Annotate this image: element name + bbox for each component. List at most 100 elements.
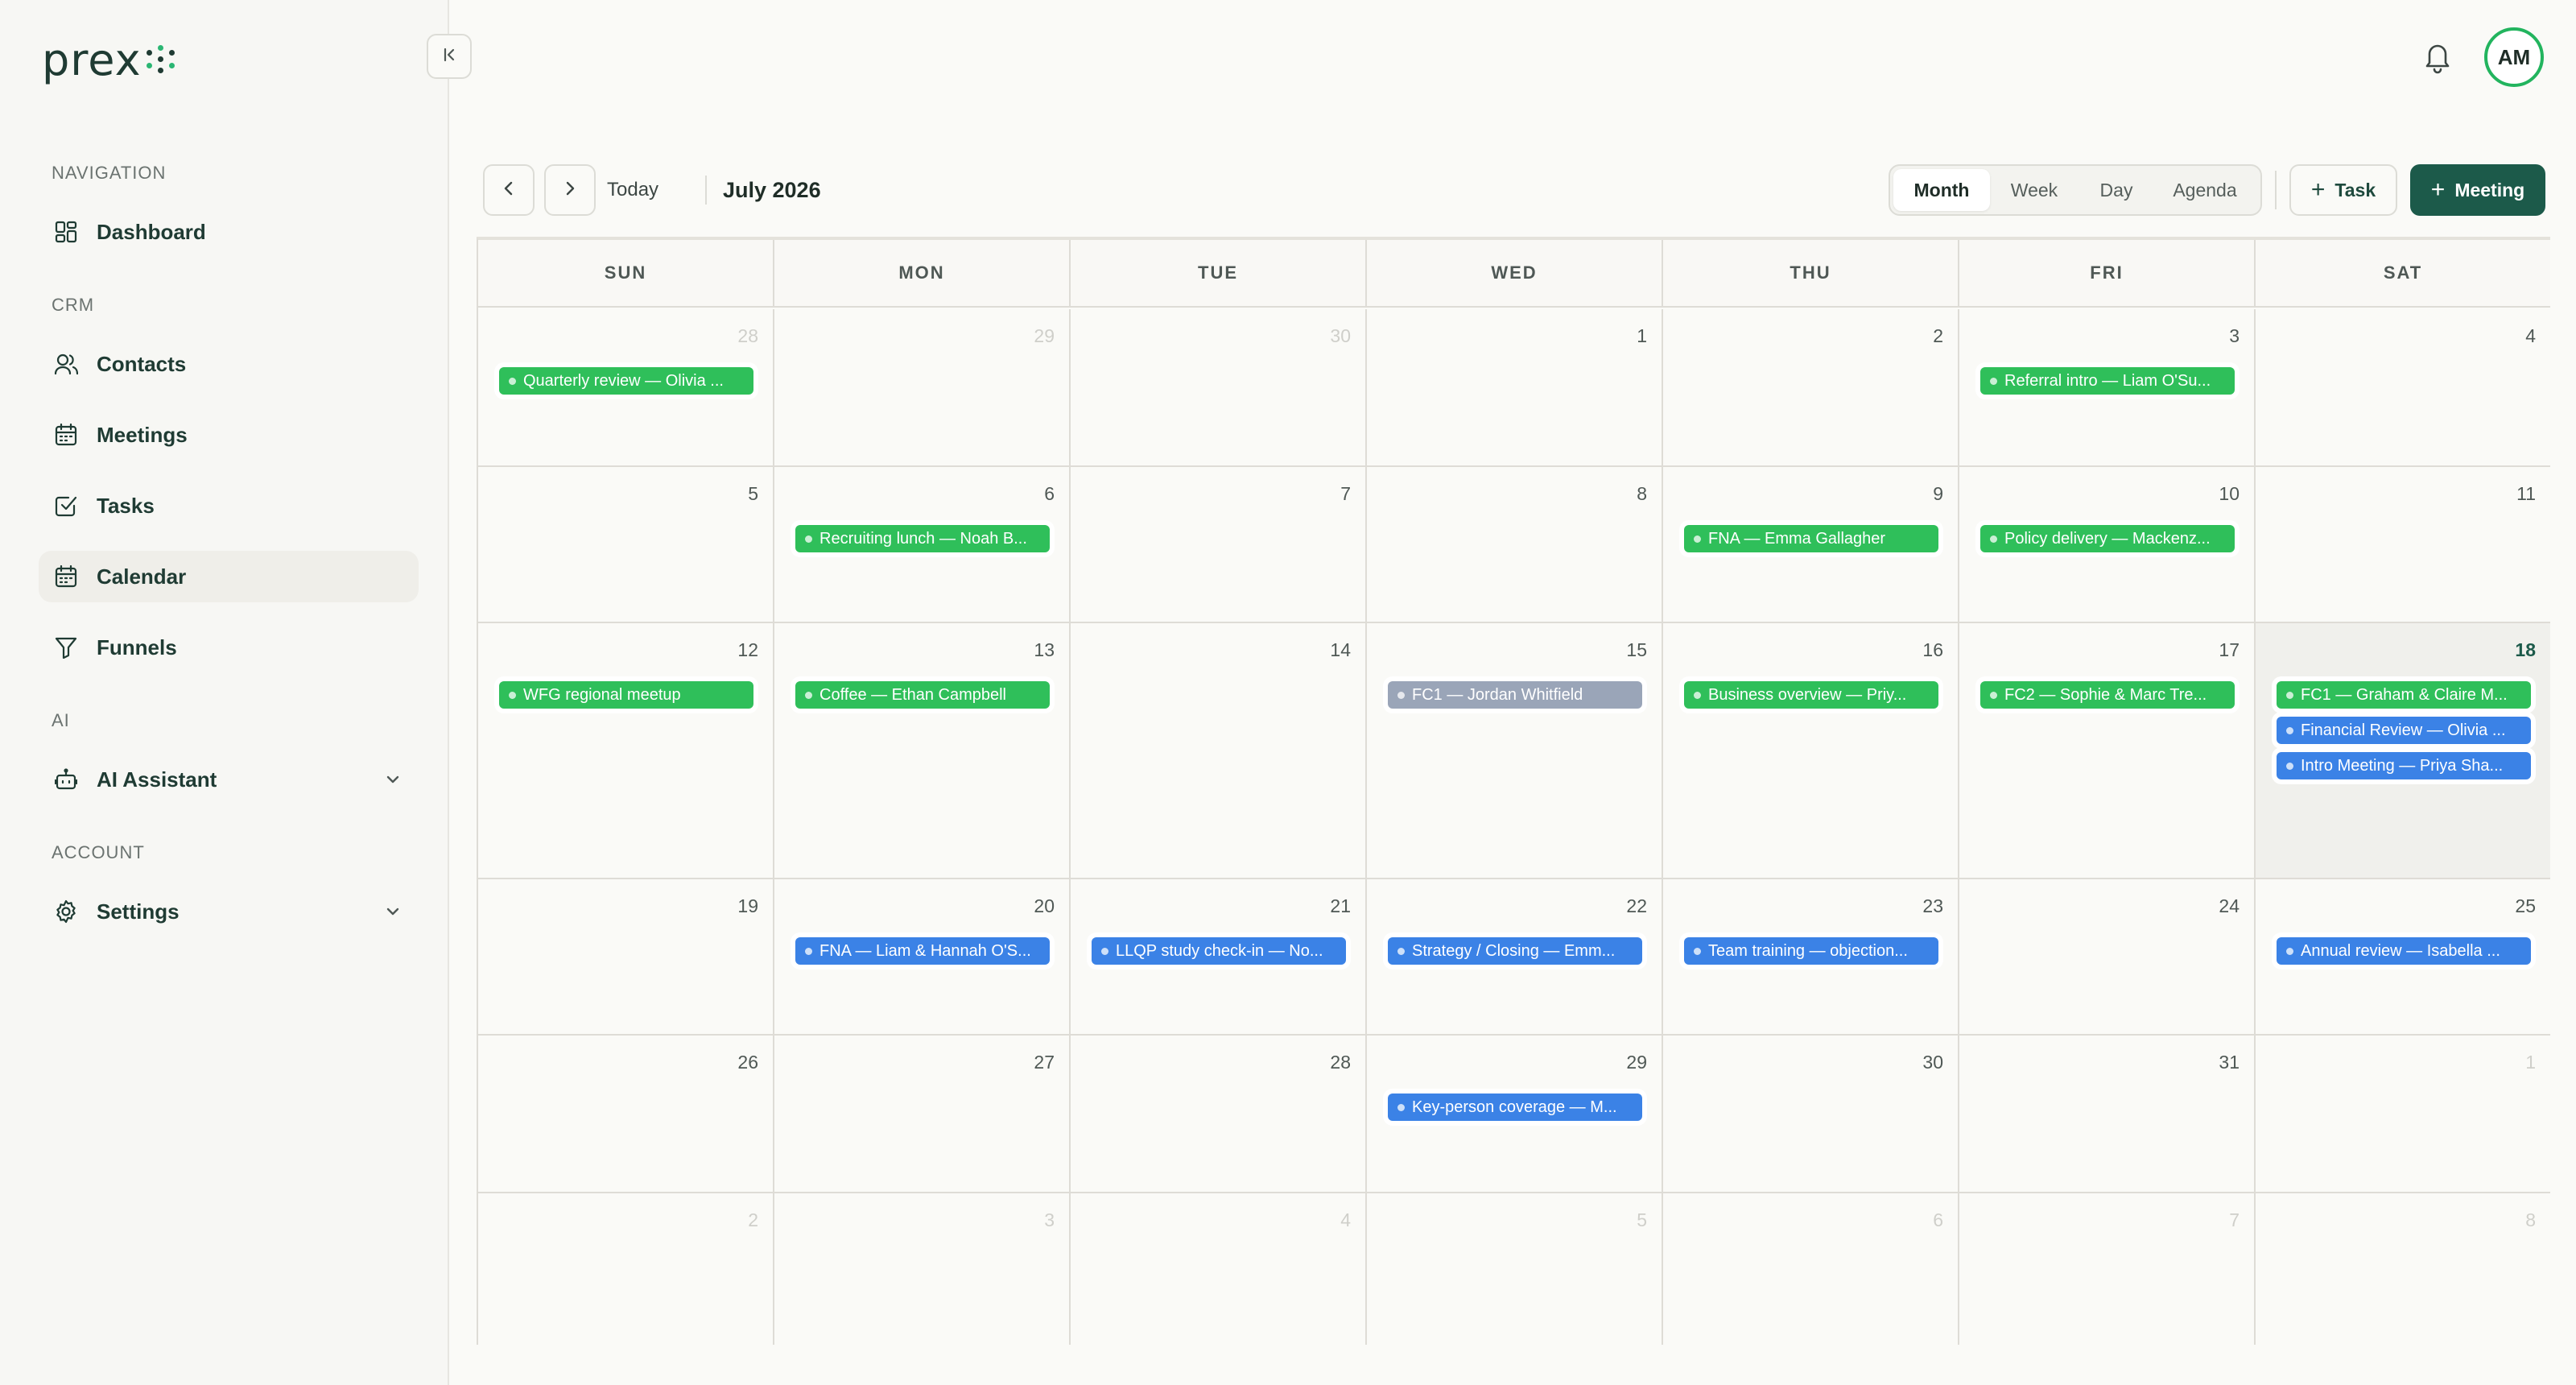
day-number: 13 (1034, 639, 1055, 660)
calendar-day-cell[interactable]: 5 (478, 467, 774, 623)
calendar-event[interactable]: Financial Review — Olivia ... (2277, 717, 2531, 744)
calendar-day-cell[interactable]: 15 FC1 — Jordan Whitfield (1367, 623, 1663, 879)
sidebar-item-ai-assistant[interactable]: AI Assistant (39, 754, 419, 805)
calendar-event[interactable]: Key-person coverage — M... (1388, 1094, 1642, 1121)
calendar-day-cell[interactable]: 6 (1663, 1193, 1959, 1345)
calendar-day-cell[interactable]: 27 (774, 1036, 1071, 1193)
weekday-header-wed: WED (1367, 240, 1663, 306)
calendar-day-cell[interactable]: 2 (478, 1193, 774, 1345)
add-meeting-button[interactable]: + Meeting (2410, 164, 2545, 216)
calendar-event[interactable]: Intro Meeting — Priya Sha... (2277, 752, 2531, 779)
view-tab-month[interactable]: Month (1893, 169, 1990, 211)
calendar-day-cell[interactable]: 30 (1071, 309, 1367, 467)
day-number: 28 (737, 325, 758, 346)
calendar-event[interactable]: FC1 — Jordan Whitfield (1388, 681, 1642, 709)
notifications-bell-icon[interactable] (2421, 39, 2454, 74)
calendar-day-cell[interactable]: 14 (1071, 623, 1367, 879)
calendar-day-cell[interactable]: 30 (1663, 1036, 1959, 1193)
calendar-day-cell[interactable]: 16 Business overview — Priy... (1663, 623, 1959, 879)
calendar-day-cell[interactable]: 4 (2256, 309, 2550, 467)
calendar-event[interactable]: WFG regional meetup (499, 681, 753, 709)
calendar-day-cell[interactable]: 29 Key-person coverage — M... (1367, 1036, 1663, 1193)
sidebar-item-funnels[interactable]: Funnels (39, 622, 419, 673)
user-avatar[interactable]: AM (2484, 27, 2544, 87)
calendar-day-cell[interactable]: 8 (1367, 467, 1663, 623)
day-number: 12 (737, 639, 758, 660)
calendar-day-cell[interactable]: 7 (1959, 1193, 2256, 1345)
sidebar-item-tasks[interactable]: Tasks (39, 480, 419, 531)
calendar-day-cell[interactable]: 19 (478, 879, 774, 1036)
calendar-day-cell[interactable]: 8 (2256, 1193, 2550, 1345)
calendar-event[interactable]: FC1 — Graham & Claire M... (2277, 681, 2531, 709)
sidebar-item-settings[interactable]: Settings (39, 886, 419, 937)
day-number: 8 (1637, 483, 1647, 504)
calendar-day-cell[interactable]: 5 (1367, 1193, 1663, 1345)
calendar-day-cell[interactable]: 11 (2256, 467, 2550, 623)
calendar-day-cell[interactable]: 9 FNA — Emma Gallagher (1663, 467, 1959, 623)
view-tab-week[interactable]: Week (1990, 169, 2079, 211)
calendar-day-cell[interactable]: 25 Annual review — Isabella ... (2256, 879, 2550, 1036)
calendar-day-cell[interactable]: 1 (2256, 1036, 2550, 1193)
calendar-day-cell[interactable]: 23 Team training — objection... (1663, 879, 1959, 1036)
day-number: 5 (1637, 1209, 1647, 1230)
sidebar-item-label: Tasks (97, 493, 155, 518)
calendar-day-cell[interactable]: 3 Referral intro — Liam O'Su... (1959, 309, 2256, 467)
gear-icon (53, 899, 79, 924)
collapse-sidebar-button[interactable] (427, 34, 472, 79)
calendar-day-cell[interactable]: 13 Coffee — Ethan Campbell (774, 623, 1071, 879)
calendar-day-cell[interactable]: 4 (1071, 1193, 1367, 1345)
calendar-day-cell[interactable]: 1 (1367, 309, 1663, 467)
nav-section-ai: AI (52, 710, 70, 730)
sidebar-item-calendar[interactable]: Calendar (39, 551, 419, 602)
calendar-event[interactable]: Business overview — Priy... (1684, 681, 1938, 709)
today-button[interactable]: Today (607, 171, 658, 209)
calendar-day-cell[interactable]: 10 Policy delivery — Mackenz... (1959, 467, 2256, 623)
calendar-day-cell[interactable]: 12 WFG regional meetup (478, 623, 774, 879)
calendar-day-cell-today[interactable]: 18 FC1 — Graham & Claire M... Financial Re… (2256, 623, 2550, 879)
calendar-day-cell[interactable]: 26 (478, 1036, 774, 1193)
calendar-day-cell[interactable]: 21 LLQP study check-in — No... (1071, 879, 1367, 1036)
calendar-day-cell[interactable]: 28 (1071, 1036, 1367, 1193)
calendar-day-cell[interactable]: 7 (1071, 467, 1367, 623)
calendar-event[interactable]: FNA — Emma Gallagher (1684, 525, 1938, 552)
calendar-event[interactable]: FNA — Liam & Hannah O'S... (795, 937, 1050, 965)
prex-logo[interactable]: prex (42, 35, 175, 85)
calendar-day-cell[interactable]: 2 (1663, 309, 1959, 467)
view-tab-day[interactable]: Day (2079, 169, 2154, 211)
day-number: 20 (1034, 895, 1055, 916)
day-number: 9 (1933, 483, 1943, 504)
calendar-event[interactable]: Annual review — Isabella ... (2277, 937, 2531, 965)
chevron-down-icon[interactable] (382, 900, 404, 928)
calendar-day-cell[interactable]: 29 (774, 309, 1071, 467)
sidebar-item-contacts[interactable]: Contacts (39, 338, 419, 390)
calendar-day-cell[interactable]: 3 (774, 1193, 1071, 1345)
add-task-button[interactable]: + Task (2289, 164, 2397, 216)
checkbox-icon (53, 493, 79, 519)
sidebar-item-dashboard[interactable]: Dashboard (39, 206, 419, 258)
calendar-day-cell[interactable]: 24 (1959, 879, 2256, 1036)
sidebar-item-meetings[interactable]: Meetings (39, 409, 419, 461)
calendar-event[interactable]: Recruiting lunch — Noah B... (795, 525, 1050, 552)
calendar-event[interactable]: LLQP study check-in — No... (1092, 937, 1346, 965)
previous-month-button[interactable] (483, 164, 535, 216)
calendar-event[interactable]: Coffee — Ethan Campbell (795, 681, 1050, 709)
calendar-event[interactable]: Quarterly review — Olivia ... (499, 367, 753, 395)
chevron-down-icon[interactable] (382, 768, 404, 796)
calendar-event[interactable]: Referral intro — Liam O'Su... (1980, 367, 2235, 395)
calendar-event[interactable]: Team training — objection... (1684, 937, 1938, 965)
calendar-day-cell[interactable]: 17 FC2 — Sophie & Marc Tre... (1959, 623, 2256, 879)
calendar-event[interactable]: Strategy / Closing — Emm... (1388, 937, 1642, 965)
calendar-day-cell[interactable]: 6 Recruiting lunch — Noah B... (774, 467, 1071, 623)
day-number: 30 (1922, 1052, 1943, 1073)
calendar-event[interactable]: Policy delivery — Mackenz... (1980, 525, 2235, 552)
day-number: 1 (2525, 1052, 2536, 1073)
calendar-day-cell[interactable]: 22 Strategy / Closing — Emm... (1367, 879, 1663, 1036)
day-number: 29 (1626, 1052, 1647, 1073)
day-number: 5 (748, 483, 758, 504)
calendar-day-cell[interactable]: 31 (1959, 1036, 2256, 1193)
view-tab-agenda[interactable]: Agenda (2154, 169, 2256, 211)
calendar-day-cell[interactable]: 20 FNA — Liam & Hannah O'S... (774, 879, 1071, 1036)
calendar-event[interactable]: FC2 — Sophie & Marc Tre... (1980, 681, 2235, 709)
calendar-day-cell[interactable]: 28 Quarterly review — Olivia ... (478, 309, 774, 467)
next-month-button[interactable] (544, 164, 596, 216)
